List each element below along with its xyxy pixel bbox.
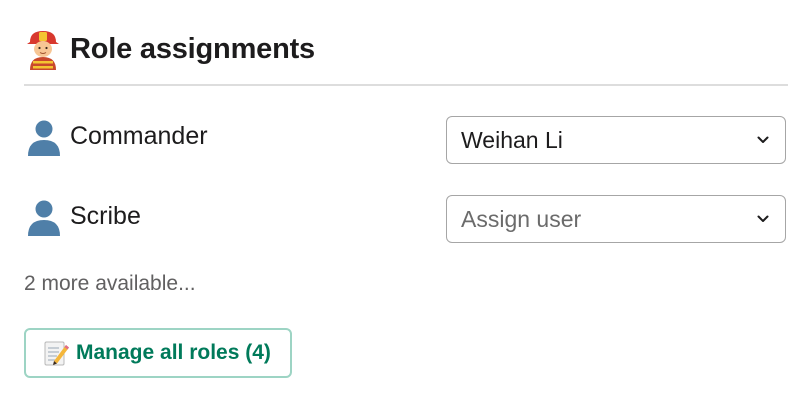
manage-button-label: Manage all roles (4) <box>76 341 271 364</box>
manage-all-roles-button[interactable]: Manage all roles (4) <box>24 328 292 378</box>
role-assignments-panel: Role assignments Commander Weihan Li Scr… <box>0 0 804 406</box>
scribe-user-select[interactable]: Assign user <box>446 195 786 243</box>
firefighter-icon <box>27 31 59 70</box>
person-silhouette-icon <box>28 120 60 156</box>
commander-user-select[interactable]: Weihan Li <box>446 116 786 164</box>
page-title: Role assignments <box>70 32 315 65</box>
role-row-scribe: Scribe Assign user <box>24 193 788 245</box>
role-label: Commander <box>70 121 208 150</box>
role-row-commander: Commander Weihan Li <box>24 113 788 165</box>
header-divider <box>24 84 788 86</box>
person-silhouette-icon <box>28 200 60 236</box>
panel-header: Role assignments <box>24 26 315 72</box>
more-available-text: 2 more available... <box>24 272 196 295</box>
chevron-down-icon <box>757 215 769 222</box>
role-label-group: Commander <box>24 113 208 159</box>
select-value: Weihan Li <box>461 126 563 153</box>
memo-icon <box>44 341 69 366</box>
select-placeholder: Assign user <box>461 205 582 232</box>
chevron-down-icon <box>757 136 769 143</box>
role-label: Scribe <box>70 201 141 230</box>
role-label-group: Scribe <box>24 193 141 239</box>
